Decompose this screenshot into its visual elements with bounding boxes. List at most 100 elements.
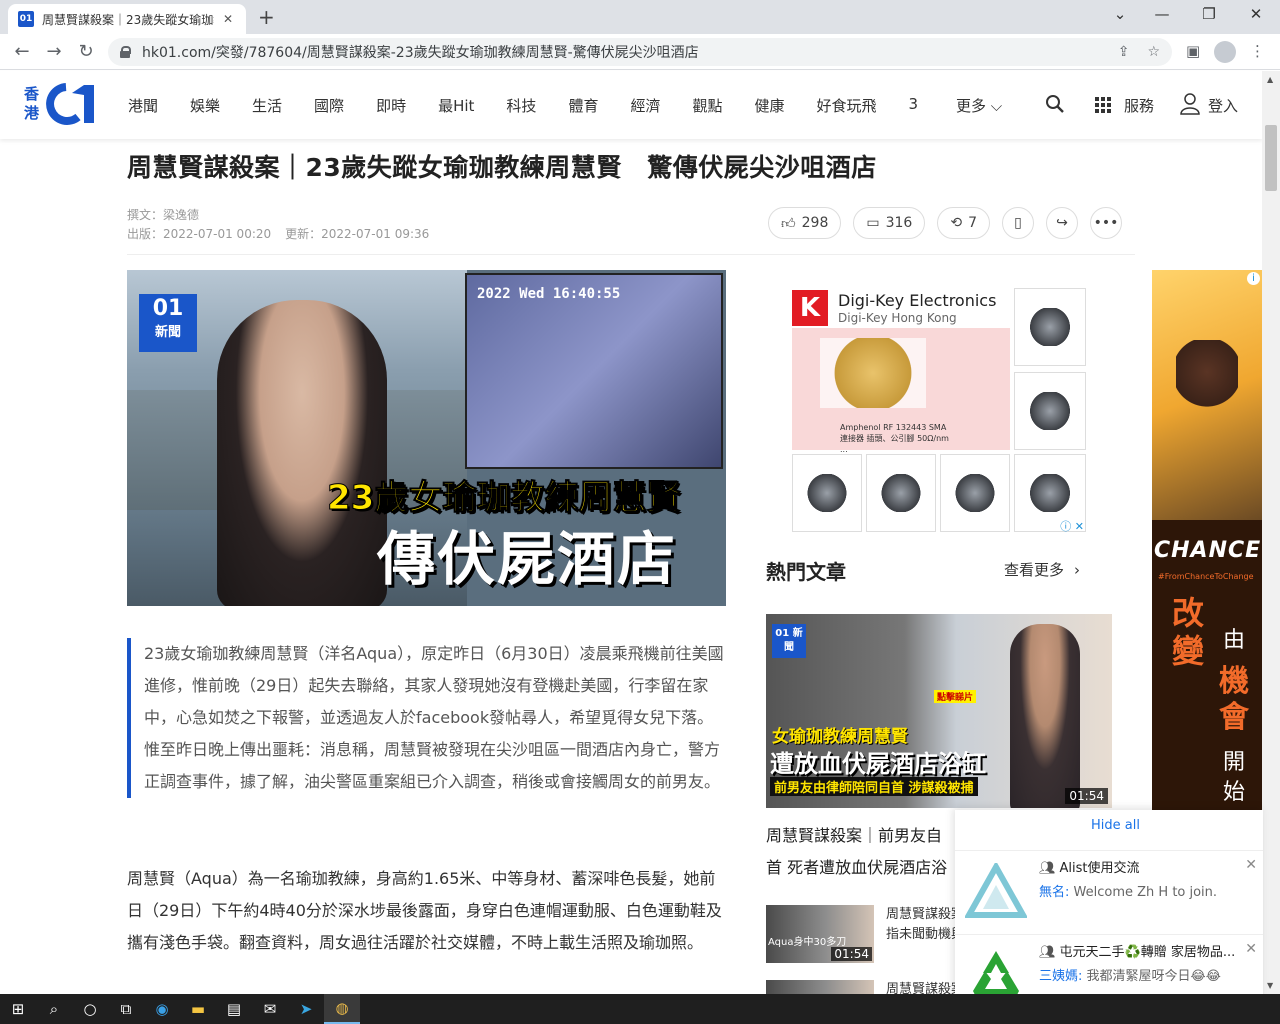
- nav-item[interactable]: 生活: [252, 95, 282, 116]
- ad-info-icon[interactable]: i: [1247, 272, 1260, 285]
- chance-banner-ad[interactable]: CHANCE #FromChanceToChange 改變 由 機會 開始 i: [1152, 270, 1262, 868]
- digikey-logo-icon: K: [792, 290, 828, 326]
- cctv-still: [465, 273, 723, 469]
- main-nav: 港聞 娛樂 生活 國際 即時 最Hit 科技 體育 經濟 觀點 健康 好食玩飛 …: [128, 95, 917, 116]
- sidepanel-icon[interactable]: ▣: [1186, 42, 1200, 60]
- search-icon[interactable]: ⌕: [36, 994, 72, 1024]
- close-tab-icon[interactable]: ✕: [220, 12, 236, 26]
- favicon-icon: 01: [18, 11, 34, 27]
- search-icon[interactable]: [1045, 94, 1065, 114]
- forward-icon[interactable]: →: [42, 40, 66, 64]
- chrome-icon[interactable]: ◍: [324, 994, 360, 1024]
- profile-avatar[interactable]: [1214, 41, 1236, 63]
- bookmark-star-icon[interactable]: ☆: [1147, 44, 1160, 60]
- logo-hk-text[interactable]: 香港: [24, 85, 40, 123]
- hk01-logo-icon[interactable]: [44, 83, 102, 125]
- scroll-down-icon[interactable]: ▼: [1267, 981, 1273, 990]
- file-explorer-icon[interactable]: ▬: [180, 994, 216, 1024]
- back-icon[interactable]: ←: [10, 40, 34, 64]
- nav-item[interactable]: 最Hit: [438, 95, 474, 116]
- services-link[interactable]: 服務: [1124, 95, 1154, 116]
- adchoices-icon[interactable]: ⓘ ✕: [1060, 518, 1084, 534]
- like-button[interactable]: 👍︎ 298: [768, 207, 842, 239]
- share-button[interactable]: ↪: [1046, 207, 1078, 239]
- banner-hashtag: #FromChanceToChange: [1158, 572, 1254, 581]
- notification-title: 👥︎ 屯元天二手♻️轉贈 家居物品...: [1039, 941, 1239, 960]
- scrollbar-thumb[interactable]: [1265, 125, 1277, 191]
- task-view-icon[interactable]: ⧉: [108, 994, 144, 1024]
- video-duration: 01:54: [831, 947, 872, 961]
- cortana-icon[interactable]: ○: [72, 994, 108, 1024]
- nav-item[interactable]: 健康: [754, 95, 784, 116]
- mail-icon[interactable]: ✉: [252, 994, 288, 1024]
- browser-tab[interactable]: 01 周慧賢謀殺案｜23歲失蹤女瑜珈教練周慧賢 驚傳伏屍尖沙咀酒店 ✕: [8, 4, 246, 34]
- chevron-down-icon[interactable]: ⌄: [1110, 5, 1130, 23]
- scroll-up-icon[interactable]: ▲: [1267, 75, 1273, 84]
- nav-item[interactable]: 即時: [376, 95, 406, 116]
- ad-tile[interactable]: [940, 454, 1010, 532]
- nav-item[interactable]: 經濟: [630, 95, 660, 116]
- nav-item[interactable]: 3: [909, 95, 917, 116]
- close-notification-icon[interactable]: ✕: [1245, 941, 1257, 957]
- published-time: 出版：2022-07-01 00:20: [127, 227, 272, 241]
- nav-item[interactable]: 好食玩飛: [817, 95, 877, 116]
- ad-tile[interactable]: [792, 454, 862, 532]
- ad-main-product[interactable]: Amphenol RF 132443 SMA 連接器 插頭、公引腳 50Ω/nm…: [792, 328, 1010, 454]
- article-headline: 周慧賢謀殺案｜23歲失蹤女瑜珈教練周慧賢 驚傳伏屍尖沙咀酒店: [127, 153, 877, 182]
- digikey-ad[interactable]: K Digi-Key Electronics Digi-Key Hong Kon…: [790, 288, 1088, 536]
- article-meta: 撰文：梁逸德 出版：2022-07-01 00:20 更新：2022-07-01 …: [127, 206, 429, 244]
- page-scrollbar[interactable]: ▲ ▼: [1262, 71, 1280, 994]
- nav-item[interactable]: 體育: [568, 95, 598, 116]
- hero-person-photo: [217, 300, 387, 606]
- chevron-down-icon: ⌵: [990, 97, 1003, 115]
- more-options-button[interactable]: •••: [1090, 207, 1122, 239]
- services-grid-icon[interactable]: [1095, 97, 1111, 113]
- cctv-timestamp: 2022 Wed 16:40:55: [477, 286, 621, 302]
- close-notification-icon[interactable]: ✕: [1245, 857, 1257, 873]
- share-icon[interactable]: ⇪: [1118, 44, 1130, 60]
- telegram-icon[interactable]: ➤: [288, 994, 324, 1024]
- bookmark-button[interactable]: ▯: [1002, 207, 1034, 239]
- notification-title-text: Alist使用交流: [1059, 861, 1140, 876]
- nav-item[interactable]: 國際: [314, 95, 344, 116]
- minimize-icon[interactable]: —: [1152, 5, 1172, 23]
- nav-item[interactable]: 觀點: [692, 95, 722, 116]
- hero-image[interactable]: 2022 Wed 16:40:55 01 新聞 23歲女瑜珈教練周慧賢 傳伏屍酒…: [127, 270, 726, 606]
- hot-more-link[interactable]: 查看更多 ›: [1004, 559, 1080, 580]
- share-arrow-icon: ↪: [1056, 215, 1068, 231]
- thumb-caption: Aqua身中30多刀: [768, 937, 847, 948]
- address-bar[interactable]: hk01.com/突發/787604/周慧賢謀殺案-23歲失蹤女瑜珈教練周慧賢-…: [108, 38, 1172, 66]
- ad-tile[interactable]: [1014, 372, 1086, 450]
- ad-subtitle: Digi-Key Hong Kong: [838, 311, 957, 325]
- comment-button[interactable]: ▭ 316: [853, 207, 926, 239]
- nav-item[interactable]: 港聞: [128, 95, 158, 116]
- store-icon[interactable]: ▤: [216, 994, 252, 1024]
- edge-icon[interactable]: ◉: [144, 994, 180, 1024]
- ad-product-desc: Amphenol RF 132443 SMA 連接器 插頭、公引腳 50Ω/nm…: [840, 423, 949, 454]
- ad-tile[interactable]: [1014, 288, 1086, 366]
- author[interactable]: 撰文：梁逸德: [127, 206, 429, 225]
- lock-icon[interactable]: [120, 46, 131, 58]
- article-paragraph: 周慧賢（Aqua）為一名瑜珈教練，身高約1.65米、中等身材、蓄深啡色長髮，她前…: [127, 869, 722, 952]
- hide-all-link[interactable]: Hide all: [1091, 818, 1140, 833]
- windows-start-icon[interactable]: ⊞: [0, 994, 36, 1024]
- user-icon[interactable]: [1180, 93, 1200, 115]
- more-menu[interactable]: 更多 ⌵: [956, 95, 1002, 116]
- hot-feature-video[interactable]: 01 新聞 點擊睇片 女瑜珈教練周慧賢 遭放血伏屍酒店浴缸 前男友由律師陪同自首…: [766, 614, 1112, 808]
- article-lead: 23歲女瑜珈教練周慧賢（洋名Aqua），原定昨日（6月30日）凌晨乘飛機前往美國…: [127, 638, 726, 798]
- thumbs-up-icon: 👍︎: [781, 215, 796, 232]
- repost-button[interactable]: ⟲ 7: [937, 207, 990, 239]
- updated-time: 更新：2022-07-01 09:36: [285, 227, 430, 241]
- nav-item[interactable]: 科技: [506, 95, 536, 116]
- reload-icon[interactable]: ↻: [74, 40, 98, 64]
- nav-item[interactable]: 娛樂: [190, 95, 220, 116]
- restore-icon[interactable]: ❐: [1199, 5, 1219, 23]
- banner-word4: 開始: [1222, 750, 1245, 805]
- ad-tile[interactable]: [866, 454, 936, 532]
- hot-feature-caption[interactable]: 周慧賢謀殺案｜前男友自首 死者遭放血伏屍酒店浴缸: [766, 820, 956, 884]
- close-window-icon[interactable]: ✕: [1246, 5, 1266, 23]
- new-tab-icon[interactable]: +: [258, 5, 275, 29]
- login-link[interactable]: 登入: [1208, 95, 1238, 116]
- menu-kebab-icon[interactable]: ⋮: [1250, 42, 1265, 60]
- notification[interactable]: 👥︎ Alist使用交流 無名: Welcome Zh H to join. ✕: [955, 850, 1263, 932]
